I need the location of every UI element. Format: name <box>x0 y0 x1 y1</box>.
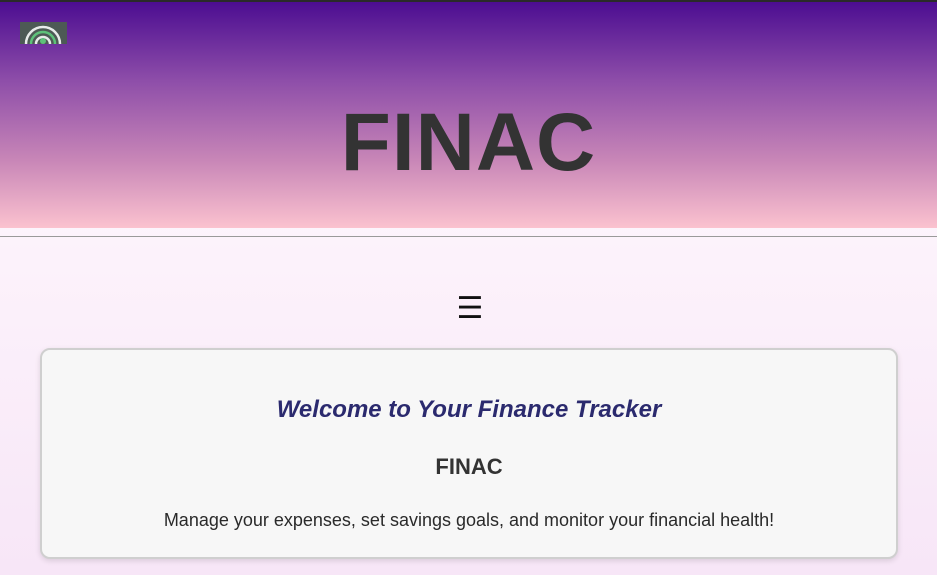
hamburger-menu-icon[interactable]: ☰ <box>451 290 489 328</box>
welcome-heading: Welcome to Your Finance Tracker <box>276 396 662 423</box>
site-title: FINAC <box>340 97 597 188</box>
welcome-card: Welcome to Your Finance Tracker FINAC Ma… <box>40 348 898 559</box>
header-divider <box>0 236 937 237</box>
finac-logo-icon[interactable] <box>20 22 67 44</box>
card-description: Manage your expenses, set savings goals,… <box>163 510 775 530</box>
card-brand-name: FINAC <box>435 454 503 479</box>
site-header: FINAC <box>0 2 937 228</box>
